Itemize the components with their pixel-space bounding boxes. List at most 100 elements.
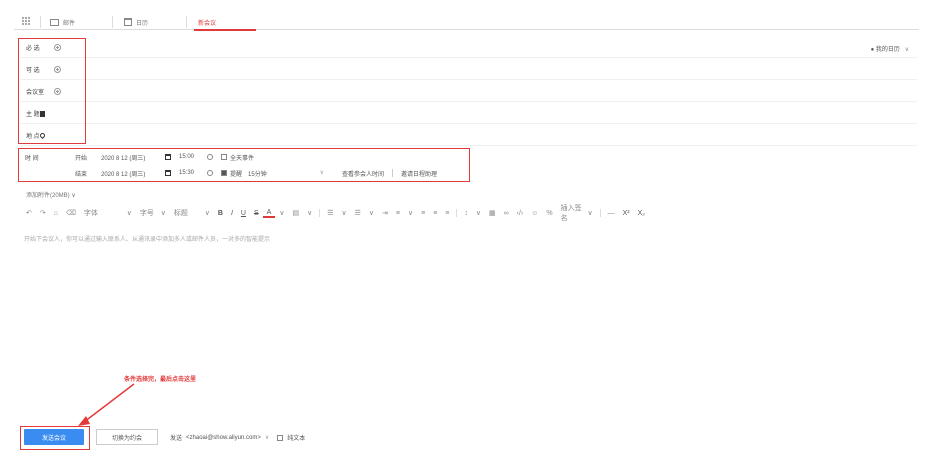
sender-address: <zhaoai@show.aliyun.com> (186, 434, 261, 441)
end-time-row: 结束 2020 8 12 (周三) 15:30 提醒 15分钟 ∨ 查看参会人时… (75, 165, 463, 181)
heading-select[interactable]: 标题 ∨ (170, 207, 214, 219)
end-date-field[interactable]: 2020 8 12 (周三) (101, 169, 165, 178)
time-label: 时 间 (25, 156, 39, 162)
horizontal-rule-icon[interactable]: — (604, 207, 619, 219)
font-size-label: 字号 (139, 210, 154, 217)
highlight-box-fields (18, 38, 86, 144)
emoji-icon[interactable]: ☺ (527, 207, 542, 219)
start-date-field[interactable]: 2020 8 12 (周三) (101, 153, 165, 162)
top-tab-bar: 邮件 日历 新会议 (14, 14, 919, 31)
strikethrough-icon[interactable]: S (250, 207, 263, 219)
start-label: 开始 (75, 155, 88, 162)
sender-select[interactable]: 发送 <zhaoai@show.aliyun.com> ∨ 纯文本 (170, 433, 305, 442)
plain-text-label: 纯文本 (287, 436, 306, 442)
subscript-icon[interactable]: X₂ (634, 207, 649, 219)
font-name-label: 字体 (83, 210, 98, 217)
redo-icon[interactable]: ↷ (36, 207, 50, 219)
font-size-select[interactable]: 字号 ∨ (136, 207, 170, 219)
allday-checkbox[interactable] (221, 154, 227, 160)
clock-icon (207, 154, 213, 160)
required-row: 必 选 (20, 38, 917, 58)
calendar-icon (124, 18, 132, 26)
chevron-down-icon: ∨ (264, 435, 270, 441)
table-icon[interactable]: ▦ (485, 207, 500, 219)
editor-toolbar: ↶ ↷ ⌂ ⌫ 字体 ∨ 字号 ∨ 标题 ∨ B I U S A ∨ ▤ ∨ ☰… (22, 205, 722, 222)
divider (186, 16, 187, 28)
divider (319, 209, 321, 217)
grid-icon[interactable] (22, 17, 30, 25)
reminder-label: 提醒 (230, 171, 243, 178)
tab-calendar-label: 日历 (136, 20, 149, 27)
align-right-icon[interactable]: ≡ (429, 207, 441, 219)
tab-calendar[interactable]: 日历 (124, 16, 148, 28)
chevron-down-icon[interactable]: ∨ (365, 207, 378, 219)
background-color-icon[interactable]: ▤ (288, 207, 303, 219)
ordered-list-icon[interactable]: ☰ (323, 207, 337, 219)
find-time-link[interactable]: 查看参会人时间 (342, 169, 384, 178)
switch-to-appointment-button[interactable]: 切换为约会 (96, 429, 158, 445)
reminder-select[interactable]: 15分钟 ∨ (248, 169, 324, 178)
chevron-down-icon[interactable]: ∨ (404, 207, 417, 219)
link-icon[interactable]: ∞ (500, 207, 513, 219)
insert-label: 插入签名 (560, 205, 582, 222)
tab-mail[interactable]: 邮件 (50, 16, 75, 28)
chevron-down-icon: ∨ (319, 169, 325, 176)
divider (112, 16, 113, 28)
undo-icon[interactable]: ↶ (22, 207, 36, 219)
end-label: 结束 (75, 171, 88, 178)
divider (456, 209, 458, 217)
font-color-icon[interactable]: A (262, 209, 276, 218)
divider (40, 16, 41, 28)
start-time-field[interactable]: 15:00 (179, 154, 207, 160)
font-name-select[interactable]: 字体 ∨ (80, 207, 136, 219)
chevron-down-icon[interactable]: ∨ (337, 207, 350, 219)
highlight-box-send (20, 426, 90, 450)
code-icon[interactable]: ‹/› (513, 207, 528, 219)
time-section: 时 间 开始 2020 8 12 (周三) 15:00 全天事件 结束 2020… (18, 148, 470, 182)
indent-icon[interactable]: ⇥ (378, 207, 392, 219)
chevron-down-icon[interactable]: ∨ (275, 207, 288, 219)
unordered-list-icon[interactable]: ☰ (351, 207, 365, 219)
superscript-icon[interactable]: X² (619, 207, 634, 219)
bottom-bar: 发送会议 切换为约会 发送 <zhaoai@show.aliyun.com> ∨… (14, 420, 919, 454)
italic-icon[interactable]: I (227, 207, 237, 219)
clear-format-icon[interactable]: ⌫ (62, 207, 80, 219)
optional-row: 可 选 (20, 60, 917, 80)
chevron-down-icon[interactable]: ∨ (472, 207, 485, 219)
allday-label: 全天事件 (230, 155, 255, 162)
divider (599, 209, 601, 217)
schedule-assistant-link[interactable]: 邀请日程助理 (401, 169, 437, 178)
divider (392, 169, 394, 177)
sender-label: 发送 (170, 436, 183, 442)
calendar-icon[interactable] (165, 170, 171, 176)
underline-icon[interactable]: U (237, 207, 250, 219)
subject-row[interactable]: 主 题 (20, 104, 917, 124)
clock-icon (207, 170, 213, 176)
line-height-icon[interactable]: ↕ (460, 207, 472, 219)
tab-mail-label: 邮件 (63, 20, 76, 27)
attach-link[interactable]: 添加附件(20MB) ∨ (26, 190, 76, 199)
chevron-down-icon: ∨ (160, 210, 166, 217)
bold-icon[interactable]: B (214, 207, 227, 219)
end-time-field[interactable]: 15:30 (179, 170, 207, 176)
tab-new-meeting[interactable]: 新会议 (193, 16, 257, 31)
align-justify-icon[interactable]: ≡ (441, 207, 453, 219)
align-center-icon[interactable]: ≡ (417, 207, 429, 219)
location-row[interactable]: 地 点 (20, 126, 917, 146)
tab-new-meeting-label: 新会议 (198, 20, 217, 27)
chevron-down-icon[interactable]: ∨ (303, 207, 316, 219)
percent-icon[interactable]: % (542, 207, 556, 219)
mail-icon (50, 18, 59, 26)
start-time-row: 开始 2020 8 12 (周三) 15:00 全天事件 (75, 149, 463, 165)
plain-text-checkbox[interactable] (277, 434, 284, 441)
chevron-down-icon: ∨ (204, 210, 210, 217)
reminder-value: 15分钟 (248, 171, 267, 178)
reminder-checkbox[interactable] (221, 170, 227, 176)
insert-select[interactable]: 插入签名 ∨ (557, 205, 597, 222)
align-left-icon[interactable]: ≡ (392, 207, 404, 219)
editor-body[interactable]: 开始下会议人，你可以通过输入联系人、从通讯录中添加多人或邮件人员，一对多的智能提… (24, 234, 270, 243)
calendar-icon[interactable] (165, 154, 171, 160)
paint-format-icon[interactable]: ⌂ (50, 207, 62, 219)
chevron-down-icon: ∨ (126, 210, 132, 217)
chevron-down-icon: ∨ (587, 210, 593, 217)
